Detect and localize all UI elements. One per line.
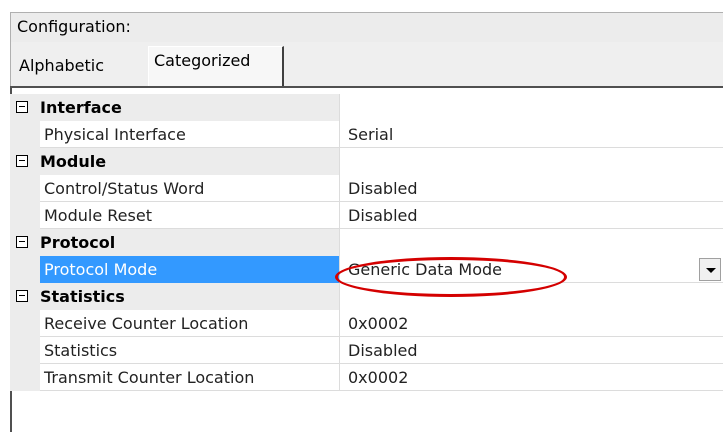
- property-name: Module Reset: [44, 206, 152, 225]
- property-value[interactable]: Disabled: [348, 202, 418, 229]
- category-statistics[interactable]: Statistics: [10, 283, 723, 310]
- category-interface[interactable]: Interface: [10, 94, 723, 121]
- tab-bar: Alphabetic Categorized: [10, 42, 723, 86]
- collapse-icon[interactable]: [16, 101, 28, 113]
- protocol-mode-select[interactable]: Generic Data Mode: [348, 256, 502, 283]
- category-protocol[interactable]: Protocol: [10, 229, 723, 256]
- configuration-title: Configuration:: [17, 17, 131, 36]
- configuration-header: Configuration:: [10, 12, 723, 42]
- category-label: Protocol: [40, 233, 116, 252]
- property-name: Transmit Counter Location: [44, 368, 255, 387]
- collapse-icon[interactable]: [16, 236, 28, 248]
- category-label: Statistics: [40, 287, 125, 306]
- category-label: Interface: [40, 98, 122, 117]
- property-value[interactable]: Disabled: [348, 175, 418, 202]
- category-module[interactable]: Module: [10, 148, 723, 175]
- property-value[interactable]: Serial: [348, 121, 393, 148]
- property-name: Receive Counter Location: [44, 314, 249, 333]
- category-label: Module: [40, 152, 107, 171]
- property-row-physical-interface[interactable]: Physical Interface Serial: [10, 121, 723, 148]
- property-value[interactable]: 0x0002: [348, 310, 408, 337]
- collapse-icon[interactable]: [16, 155, 28, 167]
- property-row-protocol-mode[interactable]: Protocol Mode Generic Data Mode: [10, 256, 723, 283]
- property-value[interactable]: Disabled: [348, 337, 418, 364]
- property-row-control-status-word[interactable]: Control/Status Word Disabled: [10, 175, 723, 202]
- collapse-icon[interactable]: [16, 290, 28, 302]
- property-name: Statistics: [44, 341, 118, 360]
- property-row-statistics[interactable]: Statistics Disabled: [10, 337, 723, 364]
- property-row-module-reset[interactable]: Module Reset Disabled: [10, 202, 723, 229]
- dropdown-arrow-icon[interactable]: [699, 258, 721, 281]
- tab-categorized[interactable]: Categorized: [148, 46, 284, 86]
- property-name: Protocol Mode: [44, 260, 158, 279]
- tab-alphabetic[interactable]: Alphabetic: [19, 52, 104, 80]
- property-row-receive-counter-location[interactable]: Receive Counter Location 0x0002: [10, 310, 723, 337]
- property-value[interactable]: 0x0002: [348, 364, 408, 391]
- property-name: Physical Interface: [44, 125, 186, 144]
- property-row-transmit-counter-location[interactable]: Transmit Counter Location 0x0002: [10, 364, 723, 391]
- property-name: Control/Status Word: [44, 179, 205, 198]
